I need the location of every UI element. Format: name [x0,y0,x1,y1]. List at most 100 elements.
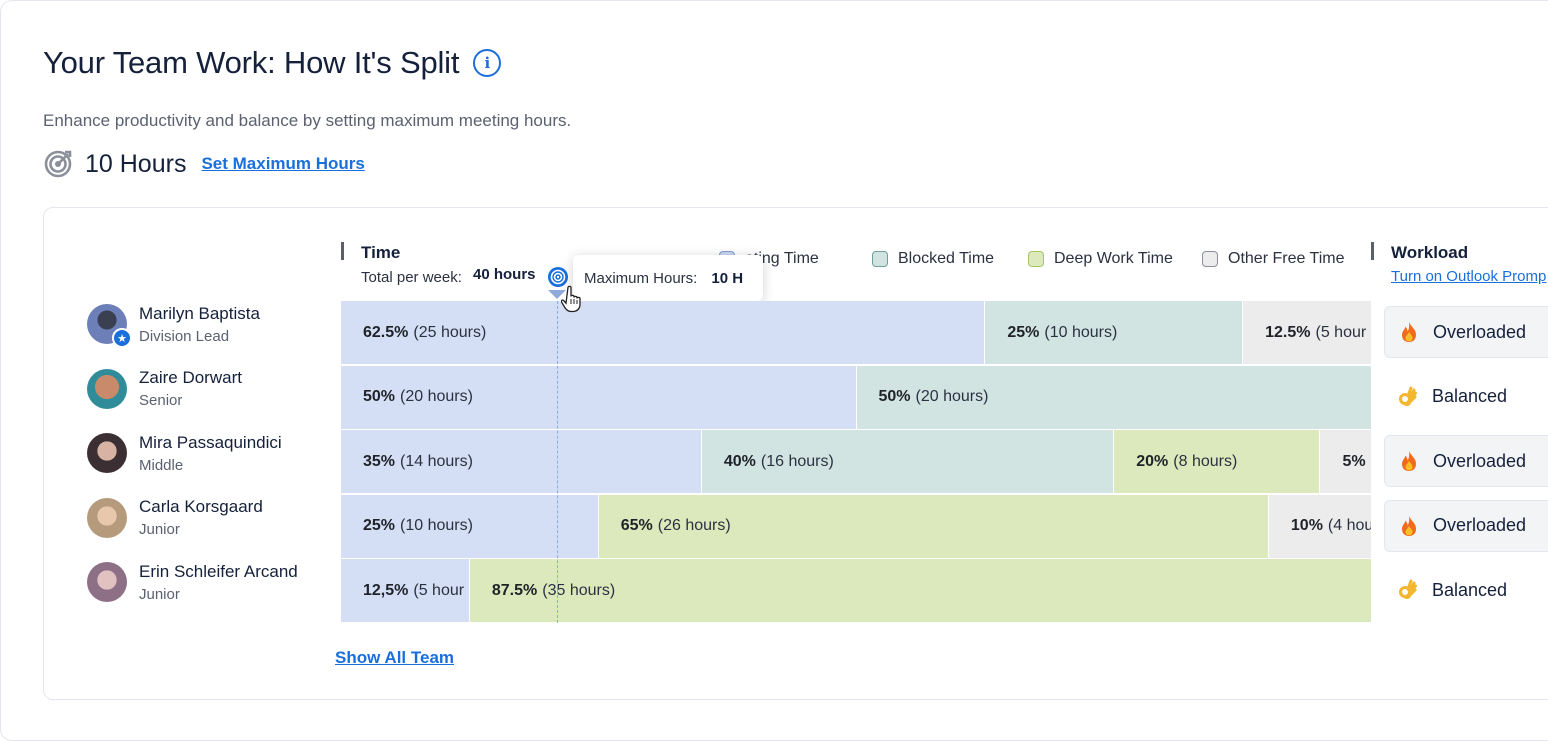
segment-hours: (26 hours) [657,517,731,534]
legend-label: Other Free Time [1228,250,1345,267]
workload-header-bar [1371,242,1374,260]
segment-percent: 12,5% [363,581,409,599]
member-info: Mira Passaquindici Middle [139,433,282,474]
segment-percent: 25% [363,517,396,534]
time-split-bar: 25% (10 hours) 65% (26 hours) 10% (4 hou [341,494,1372,558]
legend-swatch [1202,251,1218,267]
team-member: Mira Passaquindici Middle [87,428,282,478]
max-hours-tooltip: Maximum Hours: 10 H [573,255,763,301]
fire-icon [1397,514,1421,538]
segment-hours: (25 hours) [413,323,487,341]
workload-status: Balanced [1384,564,1548,616]
free-time-segment[interactable]: 10% (4 hou [1268,494,1372,558]
deep-time-segment[interactable]: 20% (8 hours) [1114,430,1321,493]
member-role: Junior [139,585,180,603]
tooltip-label: Maximum Hours: [584,269,698,287]
total-per-week-label: Total per week: [361,269,462,286]
segment-percent: 25% [1007,323,1040,341]
free-time-segment[interactable]: 5% ( [1320,430,1372,493]
legend-item: Deep Work Time [1028,250,1173,268]
legend-label: Deep Work Time [1054,250,1173,267]
segment-hours: (5 hour [413,581,465,599]
member-role: Junior [139,521,180,538]
team-member: ★ Marilyn Baptista Division Lead [87,299,260,349]
segment-hours: (35 hours) [542,581,616,599]
deep-time-segment[interactable]: 65% (26 hours) [598,494,1269,558]
title-row: Your Team Work: How It's Split i [43,45,502,81]
workload-status[interactable]: Overloaded [1384,306,1548,358]
segment-percent: 50% [363,388,396,405]
fire-icon [1397,449,1421,473]
meeting-time-segment[interactable]: 25% (10 hours) [341,494,599,558]
segment-percent: 35% [363,452,396,470]
show-all-team-link[interactable]: Show All Team [335,648,454,668]
segment-hours: ( [1371,453,1372,471]
blocked-time-segment[interactable]: 40% (16 hours) [701,430,1115,493]
free-time-segment[interactable]: 12.5% (5 hour [1243,301,1372,364]
segment-hours: (20 hours) [400,388,473,405]
time-split-bar: 50% (20 hours) 50% (20 hours) [341,365,1372,429]
legend-item: Other Free Time [1202,250,1344,268]
meeting-time-segment[interactable]: 50% (20 hours) [341,365,857,429]
segment-hours: (10 hours) [1044,323,1118,341]
legend-item: Blocked Time [872,250,994,268]
segment-percent: 65% [620,517,653,534]
member-info: Zaire Dorwart Senior [139,368,242,409]
time-split-bar: 12,5% (5 hour 87.5% (35 hours) [341,559,1372,622]
workload-status-label: Overloaded [1433,450,1527,471]
member-name: Erin Schleifer Arcand [139,561,298,581]
target-icon [44,150,72,178]
team-member: Zaire Dorwart Senior [87,364,242,414]
page-subtitle: Enhance productivity and balance by sett… [43,111,572,130]
segment-percent: 10% [1290,517,1323,534]
deep-time-segment[interactable]: 87.5% (35 hours) [469,559,1372,622]
workload-status[interactable]: Overloaded [1384,499,1548,552]
segment-hours: (8 hours) [1173,452,1238,470]
meeting-time-segment[interactable]: 12,5% (5 hour [341,559,470,622]
workload-status-label: Balanced [1432,579,1508,600]
workload-status-label: Balanced [1432,386,1508,406]
workload-status[interactable]: Overloaded [1384,435,1548,487]
workload-status-label: Overloaded [1433,515,1527,535]
member-name: Marilyn Baptista [139,303,260,323]
blocked-time-segment[interactable]: 25% (10 hours) [985,301,1244,364]
member-role: Middle [139,456,184,474]
segment-percent: 5% [1342,452,1366,470]
team-member: Erin Schleifer Arcand Junior [87,557,298,607]
workload-status-label: Overloaded [1433,321,1527,342]
meeting-time-segment[interactable]: 35% (14 hours) [341,430,702,493]
info-icon[interactable]: i [473,49,502,77]
avatar: ★ [87,304,132,348]
total-per-week-value: 40 hours [473,266,536,283]
ok-hand-icon [1396,578,1420,602]
member-role: Senior [139,392,183,409]
tooltip-value: 10 H [711,269,744,287]
segment-hours: (10 hours) [400,517,473,534]
member-info: Carla Korsgaard Junior [139,497,263,538]
set-maximum-hours-link[interactable]: Set Maximum Hours [201,154,364,174]
max-hours-row: 10 Hours Set Maximum Hours [43,149,365,179]
segment-percent: 20% [1136,452,1169,470]
member-name: Mira Passaquindici [139,432,282,452]
member-name: Zaire Dorwart [139,368,242,387]
segment-hours: (4 hou [1327,517,1372,534]
time-split-bar: 35% (14 hours) 40% (16 hours) 20% (8 hours) 5%… [341,430,1372,493]
max-hours-limit-line [557,301,558,623]
page-title: Your Team Work: How It's Split [43,45,460,80]
turn-on-outlook-link[interactable]: Turn on Outlook Promp [1391,268,1546,285]
team-work-card: Your Team Work: How It's Split i Enhance… [0,0,1548,741]
segment-hours: (5 hour [1315,323,1367,341]
star-badge-icon: ★ [112,328,132,348]
legend-swatch [872,251,888,267]
avatar [87,433,127,473]
avatar [87,562,127,602]
ok-hand-icon [1396,385,1420,409]
segment-percent: 12.5% [1265,323,1311,341]
segment-hours: (20 hours) [915,388,989,405]
blocked-time-segment[interactable]: 50% (20 hours) [856,365,1372,429]
meeting-time-segment[interactable]: 62.5% (25 hours) [341,301,986,364]
hand-cursor-icon [561,285,581,313]
time-header-bar [341,242,361,260]
segment-percent: 40% [723,452,756,470]
fire-icon [1397,320,1421,344]
